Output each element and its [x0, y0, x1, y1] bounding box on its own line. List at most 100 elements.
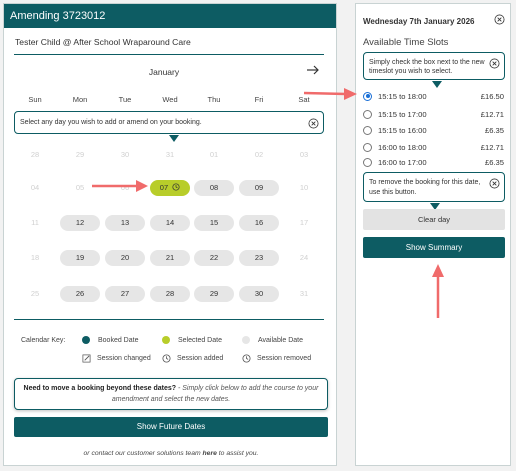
timeslot-option[interactable]: 16:00 to 17:00 £6.35 — [363, 156, 504, 168]
guide-arrow-icon — [92, 180, 148, 192]
day-cell[interactable]: 12 — [60, 215, 100, 231]
timeslot-option[interactable]: 15:15 to 18:00 £16.50 — [363, 90, 504, 102]
weekday-mon: Mon — [72, 95, 88, 104]
time-slots-panel: Wednesday 7th January 2026 Available Tim… — [355, 3, 511, 466]
day-cell[interactable]: 16 — [239, 215, 279, 231]
radio-button[interactable] — [363, 109, 372, 119]
key-removed: Session removed — [242, 354, 311, 363]
key-selected-label: Selected Date — [178, 336, 222, 344]
time-slots-heading: Available Time Slots — [363, 37, 449, 48]
timeslot-time: 15:15 to 17:00 — [378, 109, 427, 119]
day-cell: 04 — [30, 183, 40, 192]
day-cell[interactable]: 09 — [239, 180, 279, 196]
day-cell: 02 — [254, 150, 264, 159]
timeslot-option[interactable]: 16:00 to 18:00 £12.71 — [363, 141, 504, 153]
weekday-wed: Wed — [162, 95, 178, 104]
contact-prefix: or contact our customer solutions team — [83, 450, 203, 457]
day-cell: 30 — [120, 150, 130, 159]
radio-button[interactable] — [363, 142, 372, 152]
key-changed-label: Session changed — [97, 355, 151, 362]
selected-date-title: Wednesday 7th January 2026 — [363, 17, 475, 26]
day-cell: 11 — [31, 218, 39, 227]
day-cell[interactable]: 20 — [105, 250, 145, 266]
day-cell[interactable]: 28 — [150, 286, 190, 302]
clock-icon — [242, 354, 251, 363]
timeslot-time: 15:15 to 18:00 — [378, 91, 427, 101]
day-cell-selected[interactable]: 07 — [150, 180, 190, 196]
close-icon[interactable] — [489, 178, 500, 189]
timeslot-price: £16.50 — [480, 91, 504, 101]
close-icon[interactable] — [489, 58, 500, 69]
day-cell: 25 — [30, 289, 40, 298]
key-available: Available Date — [242, 336, 303, 344]
day-cell: 31 — [299, 289, 309, 298]
timeslot-time: 15:15 to 16:00 — [378, 125, 427, 135]
tooltip-text: Select any day you wish to add or amend … — [20, 119, 202, 126]
day-cell[interactable]: 30 — [239, 286, 279, 302]
next-month-arrow-icon[interactable] — [305, 62, 321, 78]
clock-icon — [172, 183, 180, 191]
day-cell: 18 — [30, 253, 40, 262]
day-cell[interactable]: 14 — [150, 215, 190, 231]
tooltip-caret — [169, 135, 179, 142]
key-added-label: Session added — [177, 355, 224, 362]
day-cell: 28 — [30, 150, 40, 159]
day-cell: 01 — [209, 150, 219, 159]
key-available-label: Available Date — [258, 336, 304, 344]
timeslot-option[interactable]: 15:15 to 17:00 £12.71 — [363, 108, 504, 120]
day-cell[interactable]: 13 — [105, 215, 145, 231]
select-day-tooltip: Select any day you wish to add or amend … — [14, 111, 324, 142]
day-cell[interactable]: 22 — [194, 250, 234, 266]
weekday-fri: Fri — [254, 95, 264, 104]
day-cell: 24 — [299, 253, 309, 262]
radio-button[interactable] — [363, 125, 372, 135]
day-cell[interactable]: 15 — [194, 215, 234, 231]
panel-header: Amending 3723012 — [4, 4, 336, 28]
contact-line: or contact our customer solutions team h… — [4, 450, 338, 457]
day-cell: 29 — [75, 150, 85, 159]
show-future-dates-button[interactable]: Show Future Dates — [14, 417, 328, 437]
guide-arrow-icon — [432, 264, 444, 318]
selected-dot-icon — [162, 336, 170, 344]
key-selected: Selected Date — [162, 336, 222, 344]
tooltip-text: Simply check the box next to the new tim… — [369, 59, 485, 75]
close-icon[interactable] — [308, 118, 319, 129]
day-cell[interactable]: 23 — [239, 250, 279, 266]
divider — [14, 319, 324, 320]
radio-button[interactable] — [363, 91, 372, 101]
guide-arrow-icon — [303, 88, 357, 100]
clear-day-button[interactable]: Clear day — [363, 209, 505, 230]
timeslot-option[interactable]: 15:15 to 16:00 £6.35 — [363, 124, 504, 136]
day-cell[interactable]: 27 — [105, 286, 145, 302]
divider — [14, 54, 324, 55]
contact-suffix: to assist you. — [216, 450, 259, 457]
available-dot-icon — [242, 336, 250, 344]
pencil-icon — [82, 354, 91, 363]
contact-here-link[interactable]: here — [203, 450, 217, 457]
day-cell[interactable]: 08 — [194, 180, 234, 196]
check-timeslot-tooltip: Simply check the box next to the new tim… — [363, 52, 505, 88]
key-booked-label: Booked Date — [98, 336, 139, 344]
child-course-label: Tester Child @ After School Wraparound C… — [15, 37, 191, 47]
day-number: 07 — [159, 183, 169, 192]
close-icon[interactable] — [494, 14, 505, 25]
key-removed-label: Session removed — [257, 355, 312, 362]
timeslot-price: £12.71 — [480, 109, 504, 119]
key-added: Session added — [162, 354, 223, 363]
month-label: January — [148, 67, 180, 77]
day-cell[interactable]: 21 — [150, 250, 190, 266]
clock-icon — [162, 354, 171, 363]
day-cell: 03 — [299, 150, 309, 159]
panel-title: Amending 3723012 — [10, 10, 106, 22]
timeslot-price: £6.35 — [484, 125, 504, 135]
day-cell: 17 — [299, 218, 309, 227]
tooltip-text: To remove the booking for this date, use… — [369, 179, 481, 196]
weekday-thu: Thu — [207, 95, 221, 104]
show-summary-button[interactable]: Show Summary — [363, 237, 505, 258]
day-cell[interactable]: 19 — [60, 250, 100, 266]
day-cell[interactable]: 29 — [194, 286, 234, 302]
weekday-sun: Sun — [28, 95, 42, 104]
weekday-tue: Tue — [118, 95, 132, 104]
day-cell[interactable]: 26 — [60, 286, 100, 302]
radio-button[interactable] — [363, 157, 372, 167]
